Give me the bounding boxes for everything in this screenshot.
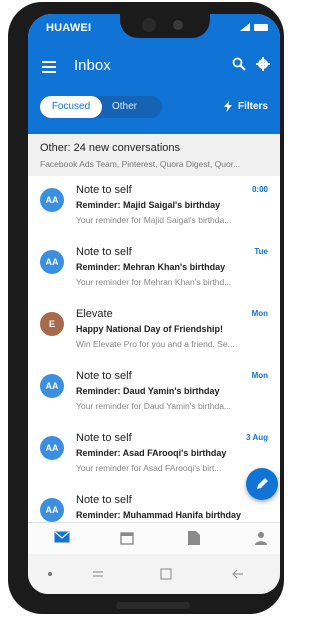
switch-icon[interactable] [92,568,104,580]
avatar: AA [40,498,64,522]
pencil-icon [257,478,268,489]
screen: HUAWEI Inbox Focused Other Filters Other… [28,14,280,594]
mail-sender: Note to self [76,432,132,444]
tab-focused[interactable]: Focused [40,96,102,118]
mail-preview: Your reminder for Mehran Khan's birthd..… [76,277,232,287]
lightning-icon [223,101,232,112]
mail-sender: Note to self [76,246,132,258]
mail-preview: Your reminder for Daud Yamin's birthda..… [76,401,232,411]
inbox-tabs: Focused Other [40,96,162,118]
filters-label: Filters [237,101,268,112]
battery-icon [254,23,268,31]
people-icon[interactable] [254,531,268,545]
sensor-icon [142,18,156,32]
app-bar: Inbox Focused Other Filters [28,46,280,134]
calendar-icon[interactable] [120,531,134,545]
avatar: AA [40,374,64,398]
banner-subtitle: Facebook Ads Team, Pinterest, Quora Dige… [40,159,241,169]
carrier-label: HUAWEI [46,22,92,34]
mail-subject: Reminder: Muhammad Hanifa birthday [76,510,242,520]
mail-subject: Reminder: Mehran Khan's birthday [76,262,226,272]
menu-icon[interactable] [42,61,56,73]
mail-item[interactable]: E Elevate Mon Happy National Day of Frie… [28,300,280,363]
mail-item[interactable]: AA Note to self Reminder: Muhammad Hanif… [28,486,280,522]
mail-sender: Note to self [76,184,132,196]
file-icon[interactable] [188,531,200,545]
signal-icon [240,23,250,31]
mail-date: 0:00 [251,185,268,194]
bottom-navigation [28,522,280,555]
mail-item[interactable]: AA Note to self 3 Aug Reminder: Asad FAr… [28,424,280,487]
mail-subject: Reminder: Daud Yamin's birthday [76,386,220,396]
camera-icon [173,20,183,30]
mail-subject: Reminder: Majid Saigal's birthday [76,200,221,210]
mail-item[interactable]: AA Note to self Mon Reminder: Daud Yamin… [28,362,280,425]
mail-item[interactable]: AA Note to self Tue Reminder: Mehran Kha… [28,238,280,301]
chin-speaker [116,602,190,609]
avatar: AA [40,250,64,274]
avatar: AA [40,436,64,460]
banner-title: Other: 24 new conversations [40,142,181,154]
status-icons [240,23,268,31]
mail-preview: Win Elevate Pro for you and a friend. Se… [76,339,235,349]
mail-subject: Reminder: Asad FArooqi's birthday [76,448,227,458]
status-bar: HUAWEI [28,14,280,46]
mail-sender: Note to self [76,494,132,506]
avatar: E [40,312,64,336]
mail-date: Mon [251,309,268,318]
mail-icon[interactable] [54,531,70,543]
compose-button[interactable] [246,468,278,500]
tab-other[interactable]: Other [112,96,137,118]
mail-preview: Your reminder for Asad FArooqi's birt... [76,463,222,473]
square-icon[interactable] [160,568,172,580]
other-inbox-banner[interactable]: Other: 24 new conversations Facebook Ads… [28,134,280,177]
filters-button[interactable]: Filters [223,101,268,112]
mail-date: Mon [251,371,268,380]
dot-icon[interactable] [48,572,52,576]
back-icon[interactable] [232,568,244,580]
page-title: Inbox [74,57,111,74]
mail-sender: Note to self [76,370,132,382]
mail-item[interactable]: AA Note to self 0:00 Reminder: Majid Sai… [28,176,280,239]
avatar: AA [40,188,64,212]
mail-sender: Elevate [76,308,113,320]
notch [120,14,210,38]
gear-icon[interactable] [256,57,270,71]
mail-date: 3 Aug [246,433,268,442]
mail-subject: Happy National Day of Friendship! [76,324,224,334]
system-navigation-bar [28,554,280,594]
phone-frame: HUAWEI Inbox Focused Other Filters Other… [8,2,284,614]
mail-date: Tue [254,247,268,256]
search-icon[interactable] [232,57,246,71]
mail-preview: Your reminder for Majid Saigal's birthda… [76,215,232,225]
